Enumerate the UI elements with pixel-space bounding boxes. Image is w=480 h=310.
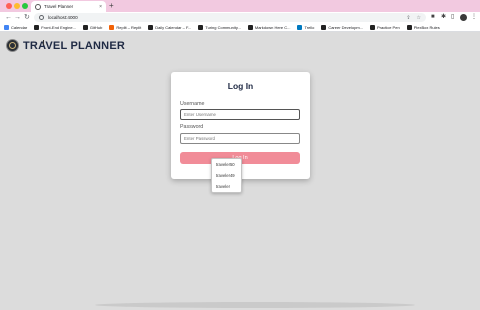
globe-logo-icon xyxy=(6,39,19,52)
app-header: TRAVEL PLANNER xyxy=(6,39,125,52)
profile-avatar[interactable] xyxy=(460,14,467,21)
sidebar-icon[interactable]: ▯ xyxy=(451,13,454,22)
scroll-shadow xyxy=(95,302,415,308)
text-cursor-icon xyxy=(43,40,45,45)
bookmark-item[interactable]: Calendar xyxy=(4,24,27,30)
maximize-window-button[interactable] xyxy=(22,3,28,9)
close-window-button[interactable] xyxy=(6,3,12,9)
minimize-window-button[interactable] xyxy=(14,3,20,9)
url-text: localhost:4000 xyxy=(48,15,78,20)
browser-tab[interactable]: Travel Planner × xyxy=(31,1,106,12)
autocomplete-option[interactable]: traveler49 xyxy=(212,170,243,181)
bookmark-favicon-icon xyxy=(406,24,412,30)
bookmark-item[interactable]: Markdown Here C... xyxy=(247,24,290,30)
address-bar[interactable]: localhost:4000 ⇪ ☆ xyxy=(34,13,426,22)
reload-icon[interactable]: ↻ xyxy=(24,13,30,22)
tab-title: Travel Planner xyxy=(44,4,74,9)
new-tab-button[interactable]: + xyxy=(109,1,114,11)
bookmark-favicon-icon xyxy=(297,24,303,30)
more-menu-icon[interactable]: ⋮ xyxy=(471,13,477,22)
browser-toolbar: ← → ↻ localhost:4000 ⇪ ☆ ■ ✱ ▯ ⋮ xyxy=(0,12,480,23)
bookmark-item[interactable]: GitHub xyxy=(82,24,102,30)
bookmark-favicon-icon xyxy=(148,24,154,30)
bookmark-item[interactable]: Career Developm... xyxy=(321,24,363,30)
bookmark-item[interactable]: Turing Community... xyxy=(198,24,241,30)
site-info-icon[interactable] xyxy=(39,15,44,20)
autocomplete-option[interactable]: traveler xyxy=(212,181,243,192)
bookmark-item[interactable]: Front-End Engine... xyxy=(34,24,76,30)
username-input[interactable] xyxy=(180,109,300,120)
puzzle-icon[interactable]: ✱ xyxy=(441,13,446,22)
bookmark-favicon-icon xyxy=(370,24,375,30)
autocomplete-dropdown: traveler50 traveler49 traveler xyxy=(211,158,242,193)
bookmark-item[interactable]: Replit – Replit xyxy=(109,24,141,30)
app-title: TRAVEL PLANNER xyxy=(23,39,126,52)
globe-icon xyxy=(35,3,41,10)
username-label: Username xyxy=(180,101,205,107)
bookmark-favicon-icon xyxy=(4,24,9,30)
browser-title-bar: Travel Planner × + xyxy=(0,0,480,12)
bookmark-favicon-icon xyxy=(198,24,204,30)
bookmark-item[interactable]: Trello xyxy=(297,24,314,30)
bookmark-favicon-icon xyxy=(109,24,115,30)
bookmark-favicon-icon xyxy=(34,24,40,30)
bookmark-favicon-icon xyxy=(247,24,253,30)
extension-icon[interactable]: ■ xyxy=(431,13,435,22)
bookmark-item[interactable]: PlexBox Rules xyxy=(406,24,440,30)
password-label: Password xyxy=(180,124,204,130)
login-title: Log In xyxy=(227,81,254,91)
autocomplete-option[interactable]: traveler50 xyxy=(212,159,243,170)
bookmark-star-icon[interactable]: ☆ xyxy=(417,15,421,21)
back-arrow-icon[interactable]: ← xyxy=(5,13,12,22)
tab-close-icon[interactable]: × xyxy=(99,4,102,10)
password-input[interactable] xyxy=(180,133,300,144)
bookmark-item[interactable]: Practice Pen xyxy=(370,24,400,30)
bookmark-item[interactable]: Daily Calendar – F... xyxy=(148,24,191,30)
bookmarks-bar: Calendar Front-End Engine... GitHub Repl… xyxy=(0,23,480,32)
share-icon[interactable]: ⇪ xyxy=(406,15,410,21)
bookmark-favicon-icon xyxy=(82,24,88,30)
bookmark-favicon-icon xyxy=(321,24,327,30)
forward-arrow-icon[interactable]: → xyxy=(14,13,21,22)
